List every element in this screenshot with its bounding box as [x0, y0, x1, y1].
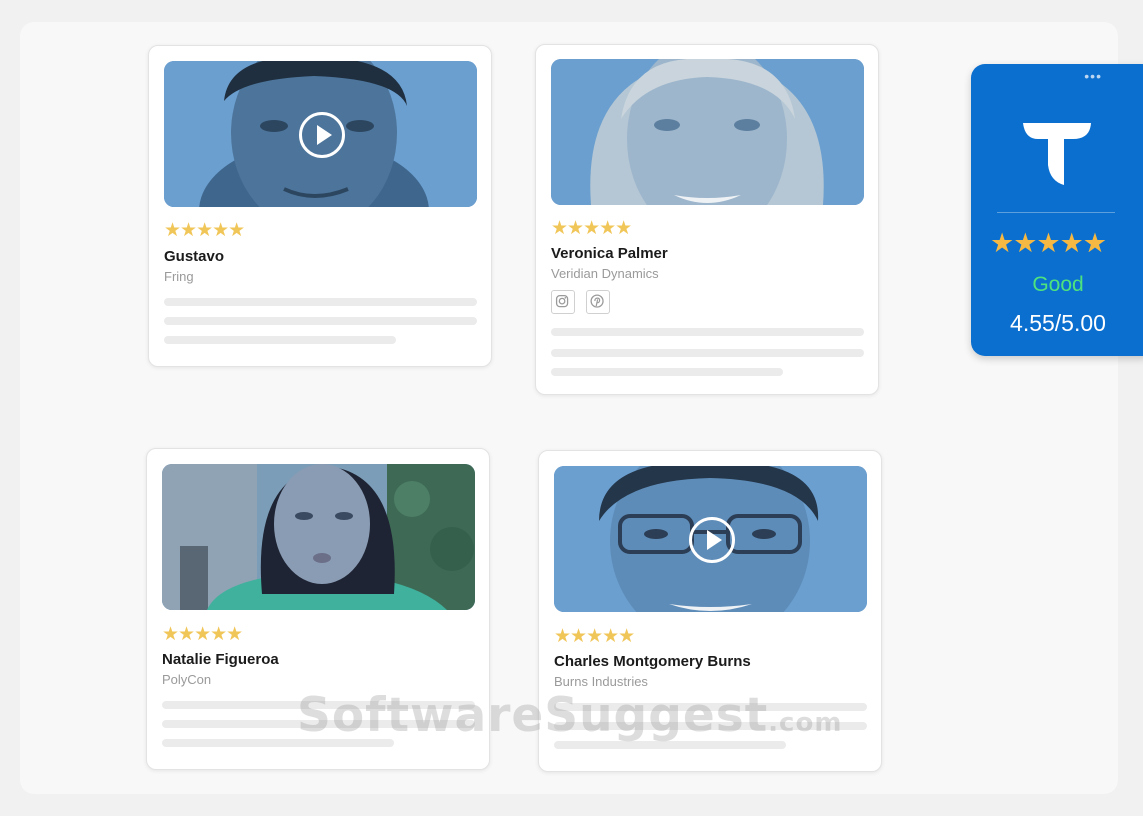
star-rating: ★★★★★ [551, 217, 632, 239]
reviewer-company: Veridian Dynamics [551, 266, 659, 281]
text-placeholder [164, 317, 477, 325]
reviewer-name: Natalie Figueroa [162, 651, 279, 668]
badge-divider [997, 212, 1115, 213]
rating-label: Good [1032, 273, 1084, 296]
star-rating: ★★★★★ [164, 219, 245, 241]
instagram-icon[interactable] [551, 290, 575, 314]
video-thumbnail[interactable] [551, 59, 864, 205]
partial-star-fill: ★ [1083, 229, 1095, 259]
reviewer-name: Charles Montgomery Burns [554, 653, 751, 670]
video-thumbnail[interactable] [554, 466, 867, 612]
watermark-suffix: .com [768, 708, 843, 738]
reviewer-company: Fring [164, 269, 194, 284]
partial-star-icon: ★★ [1083, 229, 1107, 259]
text-placeholder [551, 349, 864, 357]
watermark: SoftwareSuggest.com [297, 688, 842, 743]
watermark-main: SoftwareSuggest [297, 688, 769, 743]
play-button[interactable] [298, 112, 345, 158]
text-placeholder [164, 298, 477, 306]
reviewer-name: Gustavo [164, 248, 225, 265]
portrait-image [551, 59, 864, 205]
rating-badge[interactable]: ••• ★★★★★★ Good 4.55/5.00 [971, 64, 1143, 356]
reviewer-company: PolyCon [162, 672, 212, 687]
video-thumbnail[interactable] [162, 464, 475, 610]
video-thumbnail[interactable] [164, 61, 477, 207]
star-rating: ★★★★★★ [990, 228, 1107, 259]
reviewer-company: Burns Industries [554, 674, 648, 689]
pinterest-icon[interactable] [586, 290, 610, 314]
testimonial-card: ★★★★★ Gustavo Fring [148, 45, 492, 367]
star-rating: ★★★★★ [162, 623, 243, 645]
text-placeholder [551, 368, 783, 376]
more-options-icon[interactable]: ••• [1084, 68, 1102, 84]
star-rating: ★★★★★ [554, 625, 635, 647]
rating-score: 4.55/5.00 [1010, 310, 1106, 336]
text-placeholder [164, 336, 396, 344]
text-placeholder [551, 328, 864, 336]
full-stars: ★★★★ [990, 228, 1084, 259]
play-button[interactable] [688, 517, 735, 563]
brand-logo [1023, 123, 1091, 185]
reviewer-name: Veronica Palmer [551, 245, 668, 262]
testimonial-showcase: ★★★★★ Gustavo Fring ★★★★★ Veronica Palme… [0, 0, 1143, 816]
portrait-image [162, 464, 475, 610]
testimonial-card: ★★★★★ Veronica Palmer Veridian Dynamics [535, 44, 879, 395]
